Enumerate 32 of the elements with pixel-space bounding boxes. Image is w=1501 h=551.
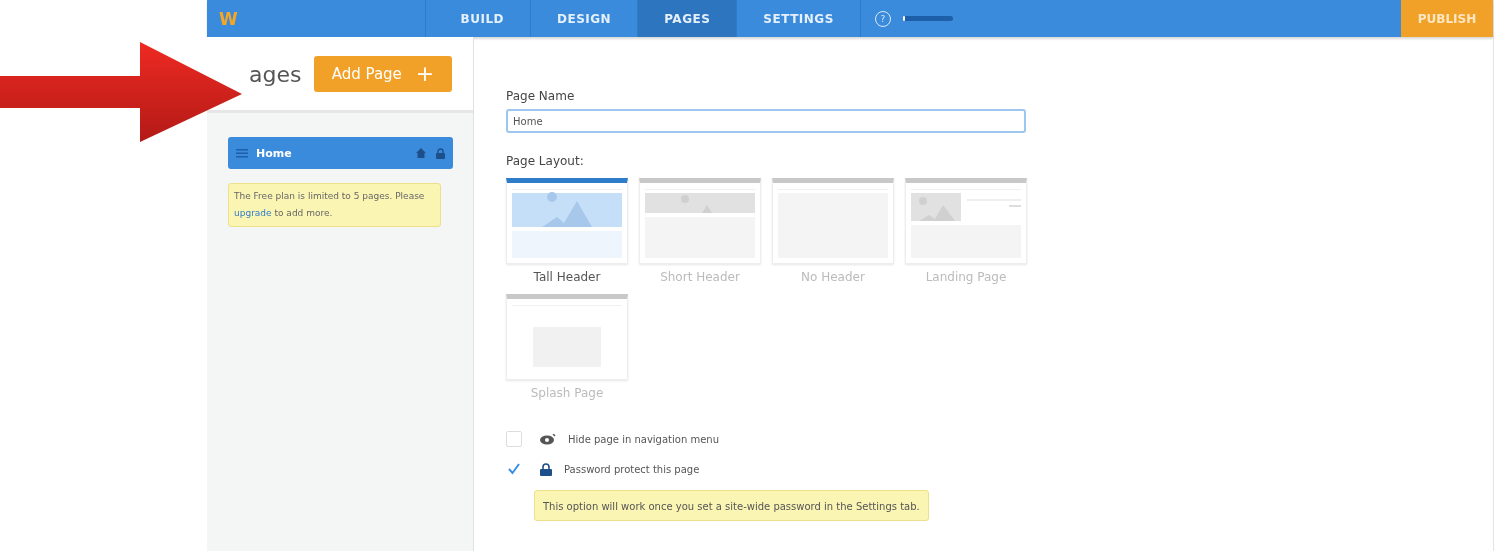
plan-notice: The Free plan is limited to 5 pages. Please upgrade to add more. bbox=[228, 183, 441, 227]
layout-thumbnail[interactable] bbox=[506, 178, 628, 264]
field-label: Page Name bbox=[506, 89, 576, 103]
password-notice: This option will work once you set a site-wide password in the Settings tab. bbox=[534, 490, 929, 521]
nav-tab[interactable]: SETTINGS bbox=[737, 0, 861, 37]
layout-thumbnail[interactable] bbox=[772, 178, 894, 264]
add-page-button[interactable]: Add Page + bbox=[314, 55, 452, 92]
menu-icon bbox=[236, 148, 248, 158]
layout-label: Splash Page bbox=[530, 386, 604, 400]
layout-label: Short Header bbox=[660, 270, 740, 284]
section-label: Page Layout: bbox=[506, 154, 585, 168]
nav-tab[interactable]: PAGES bbox=[638, 0, 738, 37]
eye-icon bbox=[540, 433, 556, 445]
checkbox[interactable] bbox=[506, 431, 522, 447]
lock-icon bbox=[436, 147, 445, 159]
option-label: Hide page in navigation menu bbox=[568, 433, 719, 445]
upgrade-link[interactable]: upgrade bbox=[234, 208, 272, 218]
layout-thumbnail[interactable] bbox=[506, 294, 628, 380]
layout-thumbnail[interactable] bbox=[905, 178, 1027, 264]
lock-icon bbox=[540, 462, 552, 476]
checkbox[interactable] bbox=[506, 461, 522, 477]
publish-button[interactable]: PUBLISH bbox=[1401, 0, 1493, 37]
logo[interactable]: W bbox=[219, 8, 425, 29]
page-item[interactable]: Home bbox=[228, 137, 453, 169]
home-icon bbox=[416, 148, 426, 158]
option-label: Password protect this page bbox=[564, 463, 700, 475]
page-name-field[interactable]: Home bbox=[506, 109, 1026, 133]
layout-label: Landing Page bbox=[925, 270, 1007, 284]
layout-thumbnail[interactable] bbox=[639, 178, 761, 264]
sidebar-title: ages bbox=[249, 62, 302, 87]
layout-label: Tall Header bbox=[533, 270, 601, 284]
layout-label: No Header bbox=[801, 270, 865, 284]
